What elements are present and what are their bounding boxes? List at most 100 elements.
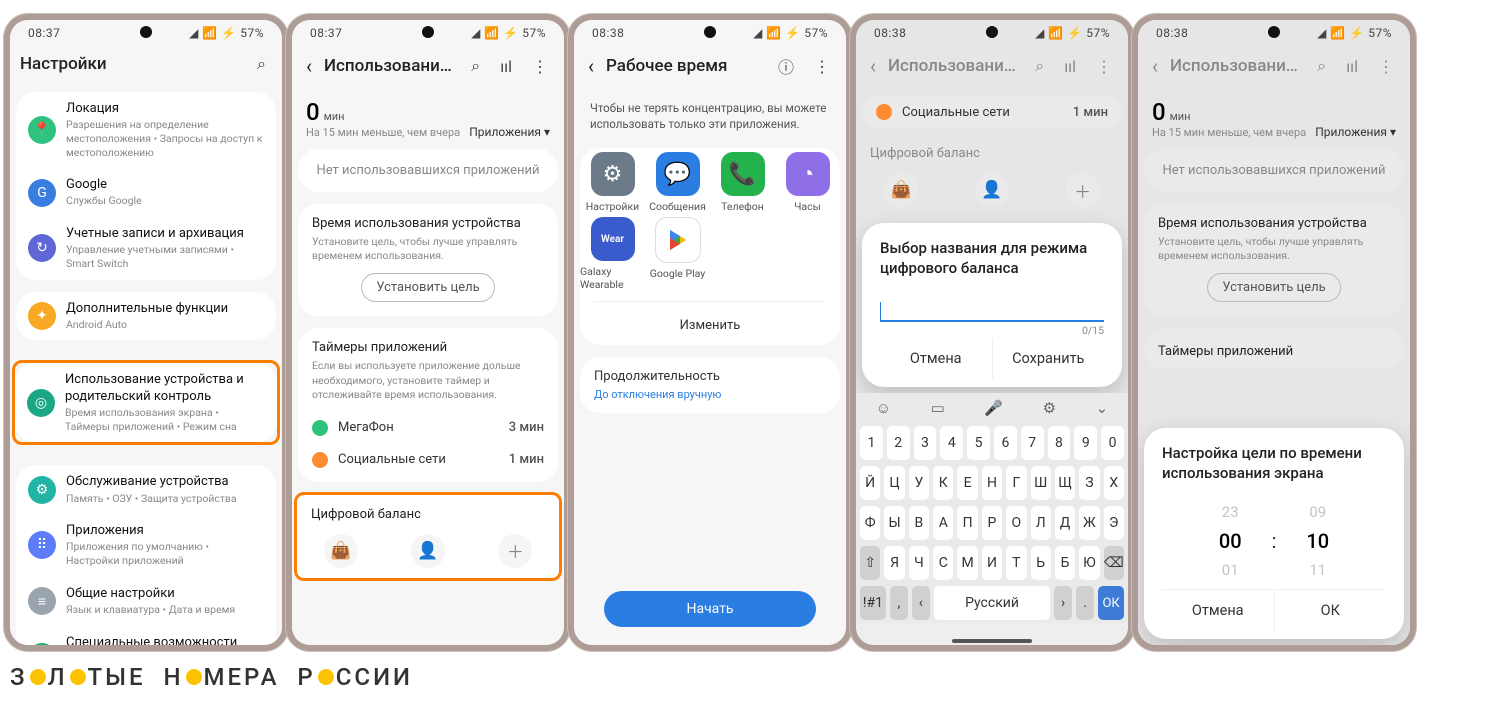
kb-key[interactable]: Э [1104, 506, 1124, 540]
allowed-app[interactable]: 💬Сообщения [645, 152, 710, 213]
kb-key[interactable]: Л [1031, 506, 1051, 540]
settings-item[interactable]: ⚙ Обслуживание устройстваПамять • ОЗУ • … [16, 465, 276, 514]
kb-key[interactable]: 5 [967, 426, 990, 460]
cancel-button[interactable]: Отмена [1162, 590, 1274, 631]
kb-key[interactable]: Ш [1031, 466, 1051, 500]
kb-key[interactable]: К [933, 466, 953, 500]
kb-lang-next[interactable]: › [1054, 586, 1072, 620]
dialog-input[interactable] [880, 292, 1104, 322]
more-icon[interactable]: ⋮ [1090, 53, 1118, 80]
duration-value[interactable]: До отключения вручную [580, 388, 840, 413]
settings-item[interactable]: ✦ Дополнительные функцииAndroid Auto [16, 292, 276, 341]
settings-item[interactable]: ↻ Учетные записи и архивацияУправление у… [16, 217, 276, 280]
kb-dot[interactable]: . [1076, 586, 1094, 620]
kb-key[interactable]: Ь [1031, 546, 1051, 580]
kb-ok[interactable]: ОК [1098, 586, 1124, 620]
kb-key[interactable]: 4 [940, 426, 963, 460]
more-icon[interactable]: ⋮ [808, 53, 836, 80]
kb-key[interactable]: Ы [884, 506, 904, 540]
more-icon[interactable]: ⋮ [526, 53, 554, 80]
info-icon[interactable]: ⓘ [772, 50, 800, 82]
kb-comma[interactable]: , [890, 586, 908, 620]
kb-key[interactable]: И [982, 546, 1002, 580]
kb-key[interactable]: Ж [1079, 506, 1099, 540]
kb-key[interactable]: 0 [1101, 426, 1124, 460]
filter-dropdown[interactable]: Приложения ▾ [469, 125, 550, 139]
start-button[interactable]: Начать [604, 591, 816, 627]
chart-icon[interactable]: ııl [1058, 53, 1082, 80]
kb-key[interactable]: П [957, 506, 977, 540]
settings-item[interactable]: 📍 ЛокацияРазрешения на определение место… [16, 92, 276, 168]
chart-icon[interactable]: ııl [494, 53, 518, 80]
filter-dropdown[interactable]: Приложения ▾ [1315, 125, 1396, 139]
back-icon[interactable]: ‹ [866, 50, 880, 82]
set-goal-button[interactable]: Установить цель [361, 273, 494, 302]
kb-key[interactable]: Е [957, 466, 977, 500]
settings-item[interactable]: ◎ Использование устройства и родительски… [15, 363, 277, 442]
settings-item[interactable]: ♿ Специальные возможностиTalkBack • Звук… [16, 626, 276, 645]
kb-key[interactable]: 6 [994, 426, 1017, 460]
search-icon[interactable]: ⌕ [465, 52, 486, 80]
kb-key[interactable]: 8 [1048, 426, 1071, 460]
kb-key[interactable]: Х [1104, 466, 1124, 500]
kb-key[interactable]: А [933, 506, 953, 540]
kb-key[interactable]: Ч [909, 546, 929, 580]
kb-key[interactable]: 3 [914, 426, 937, 460]
allowed-app[interactable]: Google Play [645, 217, 710, 291]
app-timer-row[interactable]: МегаФон3 мин [298, 412, 558, 444]
kb-key[interactable]: Щ [1055, 466, 1075, 500]
kb-key[interactable]: З [1079, 466, 1099, 500]
kb-key[interactable]: 1 [860, 426, 883, 460]
duration-label[interactable]: Продолжительность [580, 357, 840, 388]
app-timer-row[interactable]: Социальные сети 1 мин [862, 96, 1122, 128]
kb-key[interactable]: Ф [860, 506, 880, 540]
ok-button[interactable]: ОК [1274, 590, 1387, 631]
kb-symbols[interactable]: !#1 [860, 586, 886, 620]
back-icon[interactable]: ‹ [1148, 50, 1162, 82]
kb-key[interactable]: Д [1055, 506, 1075, 540]
kb-key[interactable]: С [933, 546, 953, 580]
kb-key[interactable]: Я [884, 546, 904, 580]
allowed-app[interactable]: 📞Телефон [710, 152, 775, 213]
kb-key[interactable]: Н [982, 466, 1002, 500]
kb-key[interactable]: Р [982, 506, 1002, 540]
more-icon[interactable]: ⋮ [1372, 53, 1400, 80]
kb-key[interactable]: ⌫ [1104, 546, 1124, 580]
kb-key[interactable]: У [909, 466, 929, 500]
search-icon[interactable]: ⌕ [1029, 52, 1050, 80]
save-button[interactable]: Сохранить [992, 338, 1105, 379]
kb-key[interactable]: В [909, 506, 929, 540]
kb-key[interactable]: 2 [887, 426, 910, 460]
kb-lang-prev[interactable]: ‹ [912, 586, 930, 620]
balance-personal-icon[interactable]: 👤 [411, 534, 445, 568]
edit-apps-button[interactable]: Изменить [680, 318, 741, 333]
kb-key[interactable]: ⇧ [860, 546, 880, 580]
back-icon[interactable]: ‹ [302, 50, 316, 82]
settings-item[interactable]: G GoogleСлужбы Google [16, 168, 276, 217]
allowed-app[interactable]: ◔Часы [775, 152, 840, 213]
balance-add-icon[interactable]: ＋ [498, 534, 532, 568]
kb-key[interactable]: Ц [884, 466, 904, 500]
allowed-app[interactable]: ⚙Настройки [580, 152, 645, 213]
settings-item[interactable]: ⠿ ПриложенияПриложения по умолчанию • На… [16, 514, 276, 577]
kb-key[interactable]: Й [860, 466, 880, 500]
kb-key[interactable]: О [1006, 506, 1026, 540]
allowed-app[interactable]: WearGalaxy Wearable [580, 217, 645, 291]
kb-key[interactable]: М [957, 546, 977, 580]
kb-key[interactable]: Б [1055, 546, 1075, 580]
search-icon[interactable]: ⌕ [1311, 52, 1332, 80]
set-goal-button[interactable]: Установить цель [1207, 273, 1340, 302]
kb-key[interactable]: Ю [1079, 546, 1099, 580]
cancel-button[interactable]: Отмена [880, 338, 992, 379]
app-timer-row[interactable]: Социальные сети1 мин [298, 444, 558, 476]
kb-key[interactable]: Г [1006, 466, 1026, 500]
kb-key[interactable]: Т [1006, 546, 1026, 580]
kb-space[interactable]: Русский [934, 586, 1050, 620]
back-icon[interactable]: ‹ [584, 50, 598, 82]
kb-key[interactable]: 7 [1021, 426, 1044, 460]
balance-work-icon[interactable]: 👜 [324, 534, 358, 568]
time-picker[interactable]: 23 00 01 : 09 10 11 [1162, 497, 1386, 589]
search-icon[interactable]: ⌕ [251, 50, 272, 78]
kb-key[interactable]: 9 [1074, 426, 1097, 460]
chart-icon[interactable]: ııl [1340, 53, 1364, 80]
